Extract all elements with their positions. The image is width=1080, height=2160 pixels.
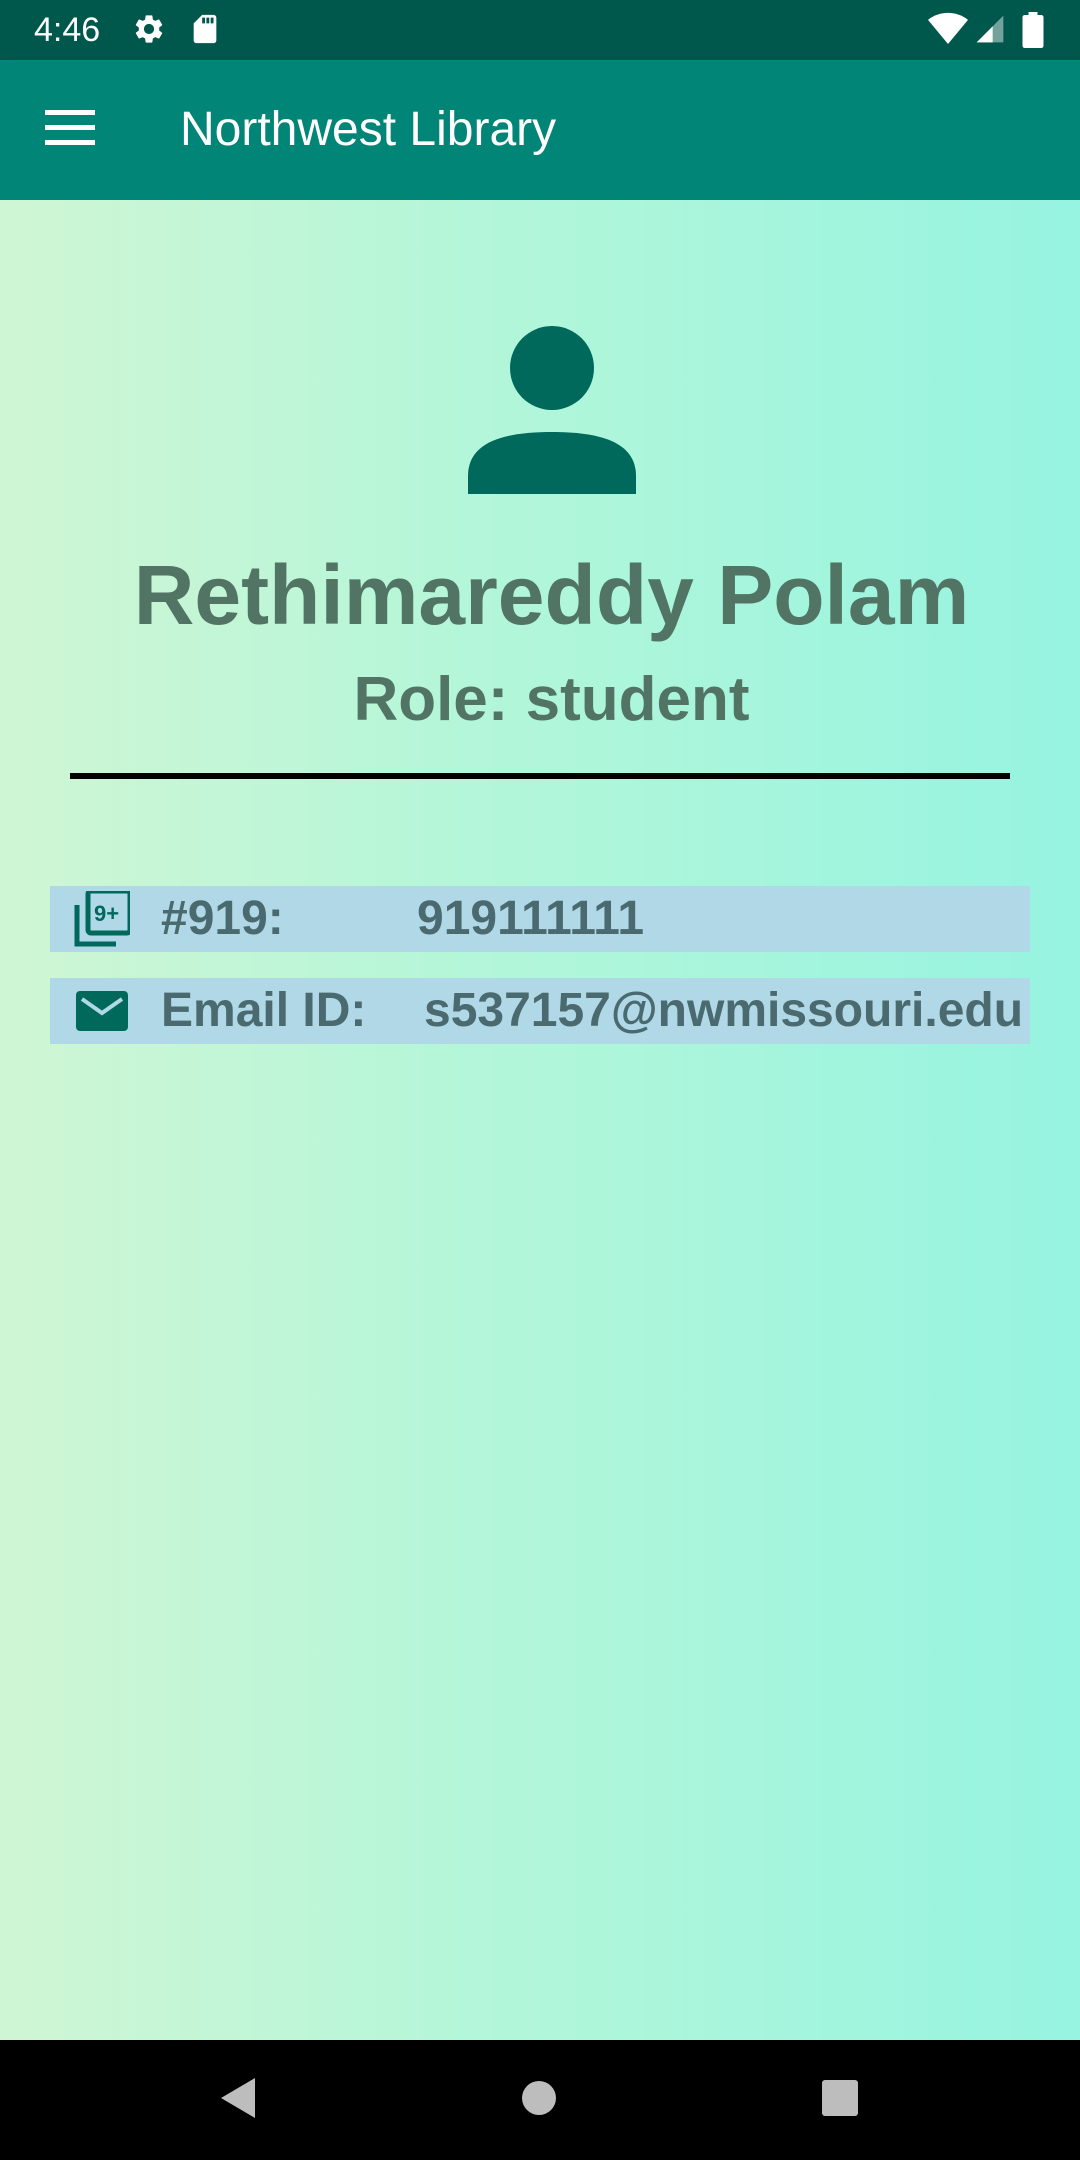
- hamburger-menu-icon: [45, 109, 95, 151]
- recents-icon: [821, 2079, 859, 2122]
- cell-signal-icon: [974, 12, 1006, 51]
- back-button[interactable]: [207, 2070, 267, 2130]
- divider: [70, 773, 1010, 779]
- navigation-bar: [0, 2040, 1080, 2160]
- profile-role: Role: student: [353, 665, 750, 734]
- email-label: Email ID:: [161, 984, 367, 1037]
- gear-icon: [132, 12, 166, 51]
- status-bar: 4:46: [0, 0, 1080, 60]
- filter-9-plus-icon: 9+: [74, 888, 133, 947]
- menu-button[interactable]: [30, 98, 110, 162]
- wifi-icon: [928, 12, 968, 51]
- back-icon: [217, 2076, 257, 2125]
- sd-card-icon: [188, 12, 222, 51]
- id-value: 919111111: [417, 892, 645, 945]
- app-title: Northwest Library: [180, 103, 557, 156]
- home-button[interactable]: [509, 2070, 569, 2130]
- svg-text:9+: 9+: [94, 901, 119, 926]
- recents-button[interactable]: [810, 2070, 870, 2130]
- email-row: Email ID: s537157@nwmissouri.edu: [50, 978, 1030, 1044]
- status-time: 4:46: [34, 11, 101, 49]
- id-row: 9+ #919: 919111111: [50, 886, 1030, 952]
- id-label: #919:: [161, 892, 284, 945]
- battery-icon: [1022, 12, 1044, 53]
- person-icon: [468, 326, 636, 494]
- app-bar: Northwest Library: [0, 60, 1080, 200]
- home-icon: [521, 2080, 557, 2121]
- email-value: s537157@nwmissouri.edu: [424, 984, 1024, 1037]
- profile-name: Rethimareddy Polam: [133, 548, 970, 642]
- profile-content: Rethimareddy Polam Role: student 9+ #919…: [0, 200, 1080, 2040]
- email-icon: [74, 983, 130, 1039]
